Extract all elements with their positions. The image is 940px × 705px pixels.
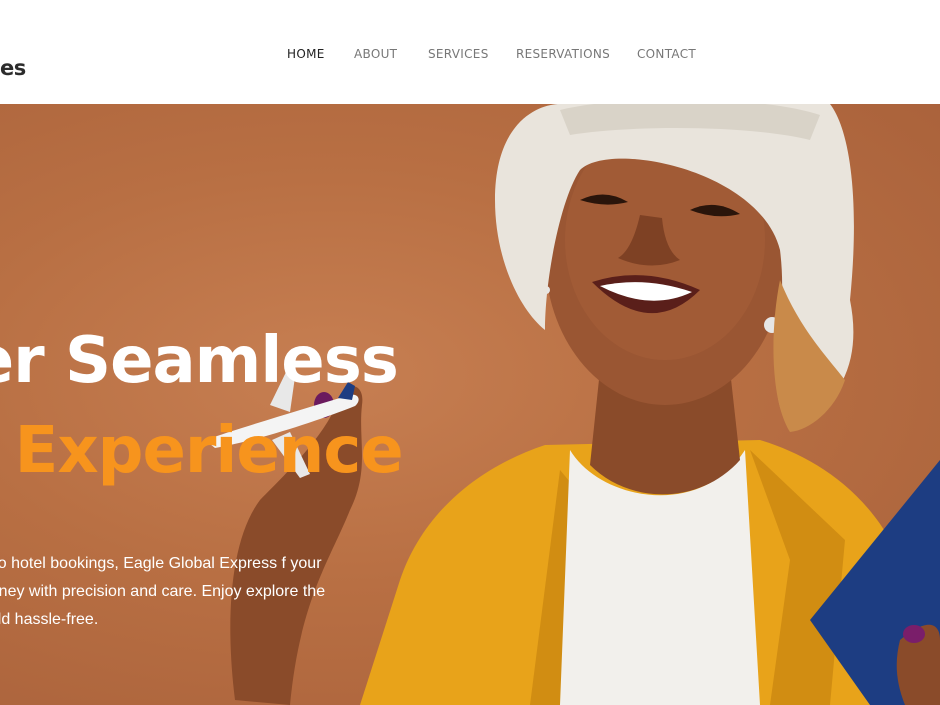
nav-about-link[interactable]: ABOUT xyxy=(354,47,397,61)
brand-logo-text[interactable]: es xyxy=(0,56,26,80)
nav-services-link[interactable]: SERVICES xyxy=(428,47,489,61)
hero-heading-line1: ver Seamless xyxy=(0,324,399,398)
nav-contact-link[interactable]: CONTACT xyxy=(637,47,696,61)
hero-section: ver Seamless el Experience ns to hotel bo… xyxy=(0,104,940,705)
site-header: es HOME ABOUT SERVICES RESERVATIONS CONT… xyxy=(0,0,940,104)
nav-home-link[interactable]: HOME xyxy=(287,47,325,61)
hero-heading-line2-prefix: el xyxy=(0,414,15,488)
hero-heading: ver Seamless el Experience xyxy=(0,316,404,496)
nav-reservations-link[interactable]: RESERVATIONS xyxy=(516,47,610,61)
hero-description: ns to hotel bookings, Eagle Global Expre… xyxy=(0,555,326,628)
hero-heading-accent: Experience xyxy=(14,414,404,488)
